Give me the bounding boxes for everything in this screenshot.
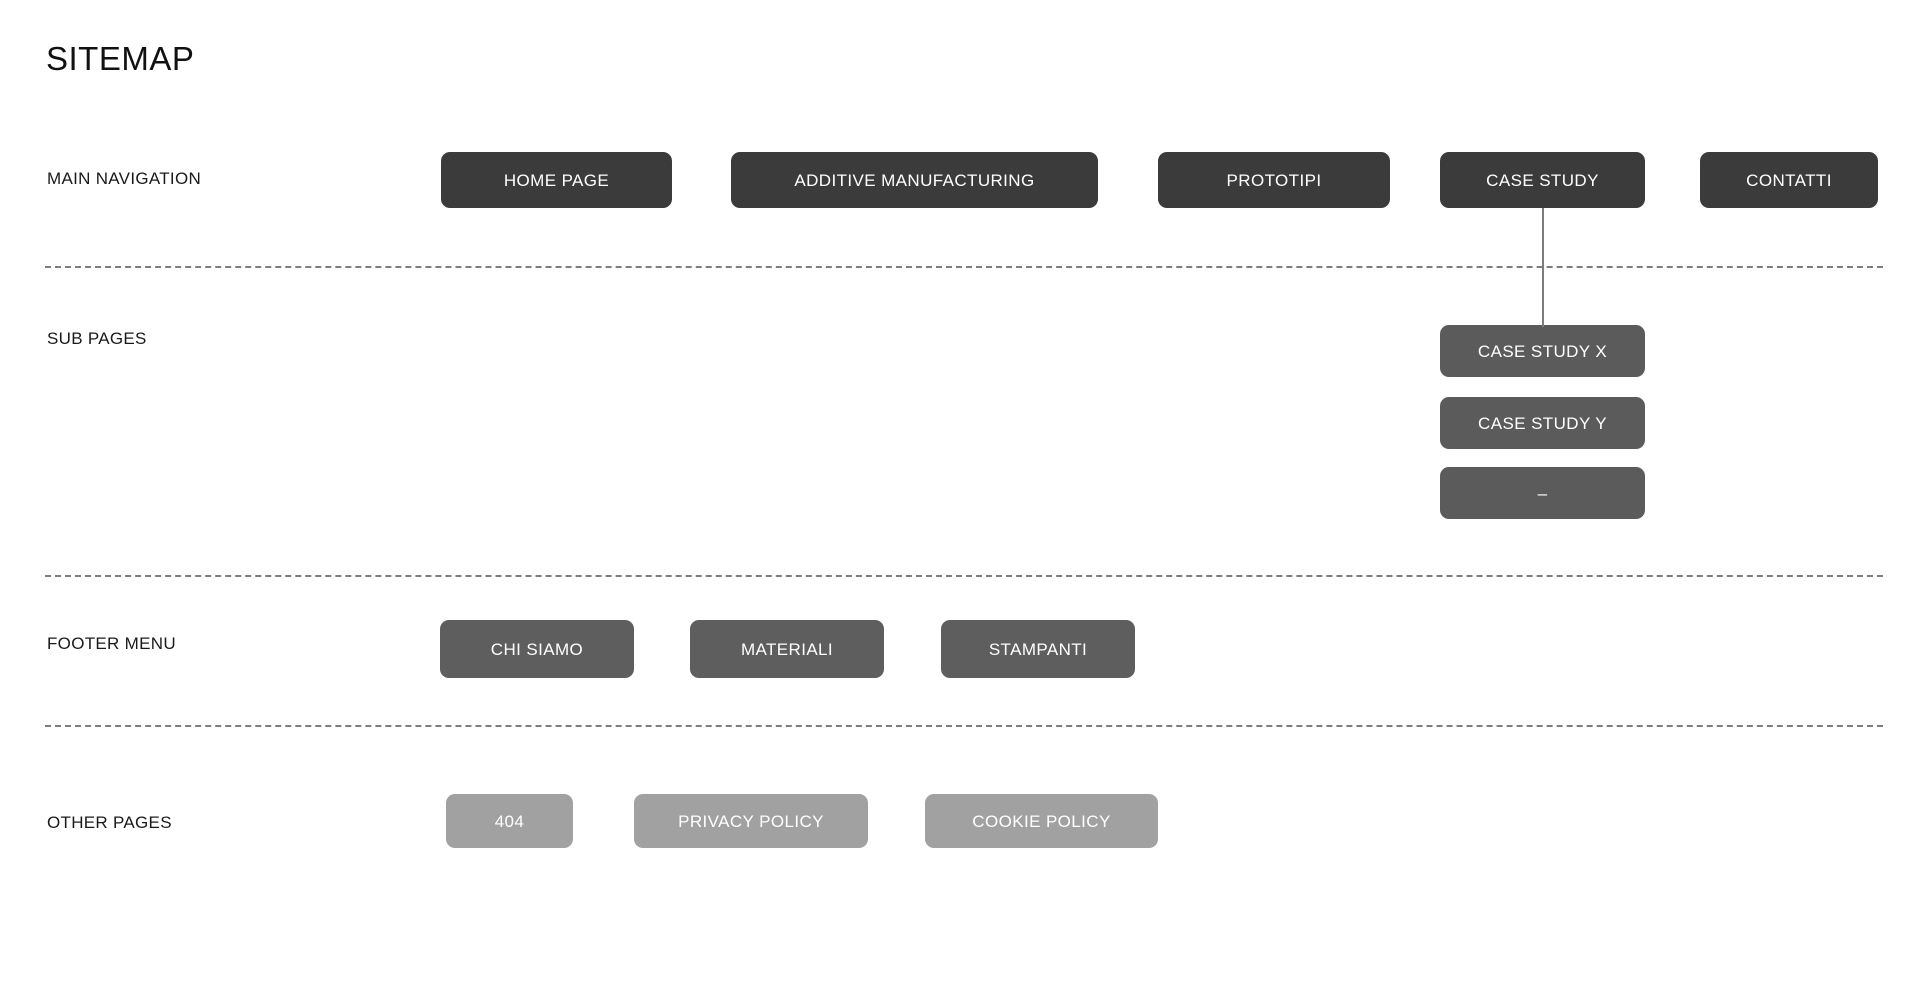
sitemap-node-label: CONTATTI <box>1746 170 1832 190</box>
sitemap-node-label: CHI SIAMO <box>490 639 584 659</box>
sitemap-node-sub-pages-2[interactable]: – <box>1440 467 1645 519</box>
sitemap-node-label: MATERIALI <box>740 639 834 659</box>
sitemap-node-main-navigation-2[interactable]: PROTOTIPI <box>1158 152 1390 208</box>
sitemap-node-label: CASE STUDY X <box>1477 341 1608 361</box>
sitemap-node-label: PRIVACY POLICY <box>678 811 824 831</box>
sitemap-node-footer-menu-1[interactable]: MATERIALI <box>690 620 884 678</box>
connector-case-study-to-case-study-x <box>1542 208 1544 327</box>
sitemap-node-main-navigation-1[interactable]: ADDITIVE MANUFACTURING <box>731 152 1098 208</box>
sitemap-node-label: COOKIE POLICY <box>972 811 1111 831</box>
sitemap-node-label: 404 <box>494 811 525 831</box>
sitemap-node-other-pages-0[interactable]: 404 <box>446 794 573 848</box>
divider-after-footer-menu <box>45 725 1883 727</box>
sitemap-node-label: CASE STUDY Y <box>1478 413 1607 433</box>
row-label-main-navigation: MAIN NAVIGATION <box>47 169 202 188</box>
sitemap-node-main-navigation-4[interactable]: CONTATTI <box>1700 152 1878 208</box>
sitemap-node-main-navigation-3[interactable]: CASE STUDY <box>1440 152 1645 208</box>
row-label-other-pages: OTHER PAGES <box>47 813 172 832</box>
row-label-footer-menu: FOOTER MENU <box>47 634 176 653</box>
sitemap-node-label: – <box>1537 483 1548 503</box>
sitemap-node-main-navigation-0[interactable]: HOME PAGE <box>441 152 672 208</box>
sitemap-node-footer-menu-0[interactable]: CHI SIAMO <box>440 620 634 678</box>
page-title: SITEMAP <box>46 40 195 77</box>
divider-after-main-navigation <box>45 266 1883 268</box>
sitemap-node-sub-pages-1[interactable]: CASE STUDY Y <box>1440 397 1645 449</box>
sitemap-node-label: PROTOTIPI <box>1226 170 1322 190</box>
sitemap-node-label: CASE STUDY <box>1486 170 1599 190</box>
sitemap-node-sub-pages-0[interactable]: CASE STUDY X <box>1440 325 1645 377</box>
sitemap-node-other-pages-1[interactable]: PRIVACY POLICY <box>634 794 868 848</box>
sitemap-node-footer-menu-2[interactable]: STAMPANTI <box>941 620 1135 678</box>
row-label-sub-pages: SUB PAGES <box>47 329 147 348</box>
sitemap-node-label: ADDITIVE MANUFACTURING <box>794 170 1035 190</box>
divider-after-sub-pages <box>45 575 1883 577</box>
sitemap-node-other-pages-2[interactable]: COOKIE POLICY <box>925 794 1158 848</box>
sitemap-canvas: SITEMAP MAIN NAVIGATION HOME PAGE ADDITIVE… <box>0 0 1920 985</box>
sitemap-node-label: HOME PAGE <box>503 170 610 190</box>
sitemap-node-label: STAMPANTI <box>988 639 1088 659</box>
